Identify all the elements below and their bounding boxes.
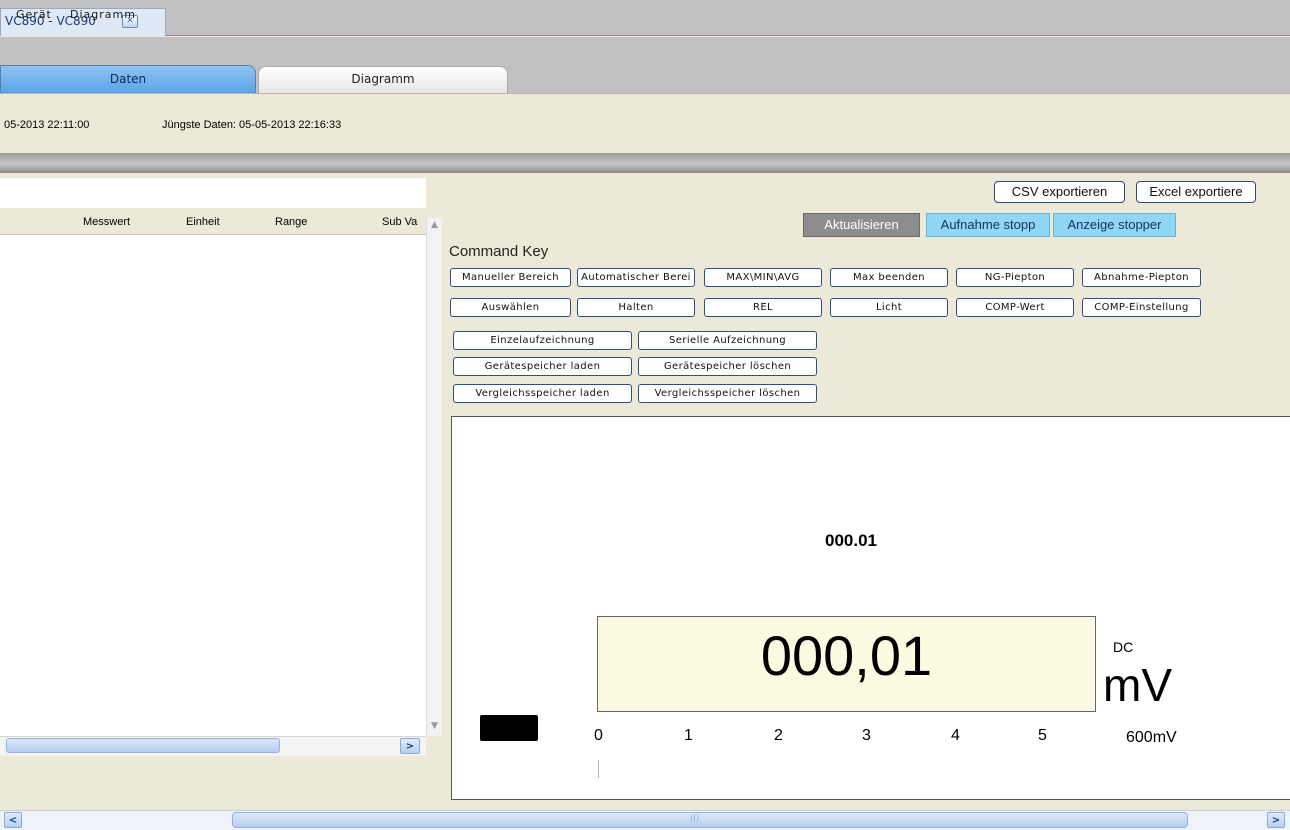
manual-range-button[interactable]: Manueller Bereich [450,268,571,287]
meter-range-label: 600mV [1126,729,1177,746]
scale-tick-2: 2 [774,727,783,744]
ng-beep-button[interactable]: NG-Piepton [956,268,1074,287]
tab-diagramm[interactable]: Diagramm [258,66,508,93]
scroll-down-icon[interactable]: ▼ [427,719,442,734]
acceptance-beep-button[interactable]: Abnahme-Piepton [1082,268,1201,287]
load-device-memory-button[interactable]: Gerätespeicher laden [453,357,632,376]
table-body [0,236,426,736]
latest-data-timestamp: Jüngste Daten: 05-05-2013 22:16:33 [162,119,342,131]
column-header-messwert[interactable]: Messwert [83,216,130,228]
command-key-title: Command Key [449,243,549,260]
excel-export-button[interactable]: Excel exportiere [1136,181,1256,203]
scale-tick-3: 3 [862,727,871,744]
stop-display-button[interactable]: Anzeige stopper [1053,213,1176,237]
document-tab-bar [0,0,1290,36]
meter-unit-label: mV [1103,659,1172,711]
column-header-einheit[interactable]: Einheit [186,216,220,228]
splitter-bar[interactable] [0,153,1290,173]
load-comparison-memory-button[interactable]: Vergleichsspeicher laden [453,384,632,403]
serial-recording-button[interactable]: Serielle Aufzeichnung [638,331,817,350]
comp-value-button[interactable]: COMP-Wert [956,298,1074,317]
first-data-timestamp: 05-2013 22:11:00 [4,119,90,131]
scale-tick-1: 1 [684,727,693,744]
table-horizontal-scroll-thumb[interactable] [6,738,280,753]
auto-range-button[interactable]: Automatischer Berei [577,268,695,287]
refresh-button[interactable]: Aktualisieren [803,213,920,237]
scroll-left-icon[interactable]: < [4,812,22,828]
hold-button[interactable]: Halten [577,298,695,317]
select-button[interactable]: Auswählen [450,298,571,317]
clear-device-memory-button[interactable]: Gerätespeicher löschen [638,357,817,376]
stop-recording-button[interactable]: Aufnahme stopp [926,213,1050,237]
scroll-up-icon[interactable]: ▲ [427,218,442,233]
clear-comparison-memory-button[interactable]: Vergleichsspeicher löschen [638,384,817,403]
scroll-grip-icon: ||| [690,814,701,822]
scroll-right-icon[interactable]: > [1267,812,1285,828]
window-horizontal-scroll-thumb[interactable] [232,812,1188,828]
scale-tick-5: 5 [1038,727,1047,744]
meter-reading-small: 000.01 [825,531,877,550]
column-header-range[interactable]: Range [275,216,307,228]
max-min-avg-button[interactable]: MAX\MIN\AVG [704,268,822,287]
comp-settings-button[interactable]: COMP-Einstellung [1082,298,1201,317]
menu-diagramm[interactable]: Diagramm [70,8,136,21]
csv-export-button[interactable]: CSV exportieren [994,181,1125,203]
column-header-sub-value[interactable]: Sub Va [382,216,417,228]
scale-tick-4: 4 [951,727,960,744]
max-end-button[interactable]: Max beenden [830,268,948,287]
tab-daten-label: Daten [109,72,147,86]
rel-button[interactable]: REL [704,298,822,317]
meter-reading-large: 000,01 [760,624,933,687]
scale-tick-0: 0 [594,727,603,744]
scale-indicator [598,760,599,778]
meter-mode-label: DC [1113,639,1134,655]
tab-daten[interactable]: Daten [0,65,256,93]
scroll-right-icon[interactable]: > [400,738,420,754]
tab-diagramm-label: Diagramm [351,72,415,86]
table-vertical-scrollbar[interactable] [426,218,442,736]
battery-icon [480,715,538,741]
menu-geraet[interactable]: Gerät [16,8,52,21]
single-recording-button[interactable]: Einzelaufzeichnung [453,331,632,350]
light-button[interactable]: Licht [830,298,948,317]
